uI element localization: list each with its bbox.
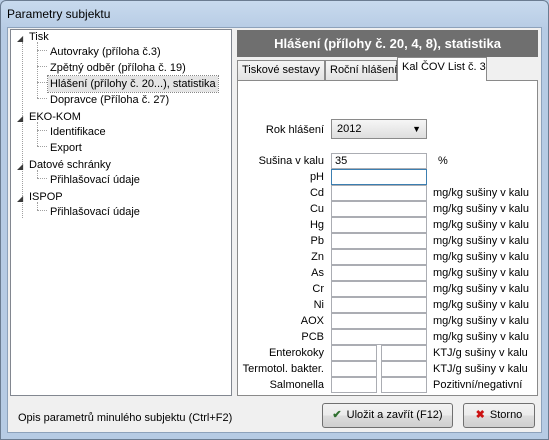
cancel-button[interactable]: ✖ Storno — [463, 403, 535, 428]
pcb-label: PCB — [301, 331, 324, 343]
tree-connector — [37, 66, 47, 67]
tree-connector — [22, 42, 23, 218]
cu-label: Cu — [309, 203, 324, 215]
pcb-unit: mg/kg sušiny v kalu — [433, 331, 529, 343]
salmonella-unit: Pozitivní/negativní — [433, 379, 523, 391]
salmonella-input-1[interactable] — [331, 377, 377, 393]
tree-node-eko-kom[interactable]: EKO-KOM — [29, 109, 81, 125]
zn-input[interactable] — [331, 249, 427, 265]
pb-input[interactable] — [331, 233, 427, 249]
cd-label: Cd — [309, 187, 324, 199]
save-and-close-button[interactable]: ✔ Uložit a zavřít (F12) — [322, 403, 453, 428]
tree-node-autovraky[interactable]: Autovraky (příloha č.3) — [50, 44, 161, 60]
close-icon: ✖ — [475, 409, 485, 421]
ph-label: pH — [309, 171, 324, 183]
termotol-label: Termotol. bakter. — [242, 363, 324, 375]
tree-node-hlaseni[interactable]: Hlášení (přílohy č. 20...), statistika — [47, 75, 219, 93]
settings-tree[interactable]: ◢ Tisk Autovraky (příloha č.3) Zpětný od… — [10, 29, 232, 396]
rok-hlaseni-select[interactable]: 2012 ▼ — [331, 119, 427, 139]
section-header: Hlášení (přílohy č. 20, 4, 8), statistik… — [237, 30, 538, 57]
ni-unit: mg/kg sušiny v kalu — [433, 299, 529, 311]
tree-node-identifikace[interactable]: Identifikace — [50, 124, 106, 140]
susina-label: Sušina v kalu — [258, 155, 324, 167]
cr-label: Cr — [312, 283, 324, 295]
collapse-icon[interactable]: ◢ — [17, 194, 26, 203]
cd-unit: mg/kg sušiny v kalu — [433, 187, 529, 199]
pcb-input[interactable] — [331, 329, 427, 345]
enterokoky-input-1[interactable] — [331, 345, 377, 361]
cu-input[interactable] — [331, 201, 427, 217]
cd-input[interactable] — [331, 185, 427, 201]
aox-label: AOX — [300, 315, 324, 327]
collapse-icon[interactable]: ◢ — [17, 34, 26, 43]
salmonella-input-2[interactable] — [381, 377, 427, 393]
tree-connector — [37, 146, 47, 147]
window-title: Parametry subjektu — [7, 7, 111, 21]
tree-node-export[interactable]: Export — [50, 140, 82, 156]
tree-node-zpetny-odber[interactable]: Zpětný odběr (příloha č. 19) — [50, 60, 186, 76]
tab-page-kal-cov: Rok hlášení 2012 ▼ Sušina v kalu 35 % pH… — [237, 80, 538, 396]
tab-tiskove-sestavy[interactable]: Tiskové sestavy — [237, 60, 325, 80]
rok-hlaseni-value: 2012 — [337, 123, 362, 135]
tree-node-tisk[interactable]: Tisk — [29, 29, 49, 45]
cr-unit: mg/kg sušiny v kalu — [433, 283, 529, 295]
check-icon: ✔ — [332, 409, 342, 421]
termotol-unit: KTJ/g sušiny v kalu — [433, 363, 528, 375]
tree-connector — [37, 122, 38, 146]
salmonella-label: Salmonella — [269, 379, 324, 391]
termotol-input-2[interactable] — [381, 361, 427, 377]
save-and-close-label: Uložit a zavřít (F12) — [346, 409, 443, 421]
aox-unit: mg/kg sušiny v kalu — [433, 315, 529, 327]
hg-label: Hg — [309, 219, 324, 231]
zn-unit: mg/kg sušiny v kalu — [433, 251, 529, 263]
copy-previous-hint[interactable]: Opis parametrů minulého subjektu (Ctrl+F… — [18, 412, 232, 424]
tree-node-datove-schranky[interactable]: Datové schránky — [29, 157, 111, 173]
cancel-label: Storno — [489, 409, 523, 421]
as-label: As — [311, 267, 324, 279]
ph-input[interactable] — [331, 169, 427, 185]
tab-rocni-hlaseni[interactable]: Roční hlášení — [325, 60, 397, 80]
enterokoky-label: Enterokoky — [268, 347, 324, 359]
tree-node-prihlasovaci-udaje-ispop[interactable]: Přihlašovací údaje — [50, 204, 140, 220]
tree-connector — [37, 82, 47, 83]
chevron-down-icon: ▼ — [412, 124, 421, 134]
tree-connector — [37, 130, 47, 131]
as-unit: mg/kg sušiny v kalu — [433, 267, 529, 279]
pb-label: Pb — [310, 235, 324, 247]
hg-input[interactable] — [331, 217, 427, 233]
zn-label: Zn — [311, 251, 324, 263]
tree-connector — [37, 178, 47, 179]
tree-connector — [37, 210, 47, 211]
susina-input[interactable]: 35 — [331, 153, 427, 169]
dialog-client: ◢ Tisk Autovraky (příloha č.3) Zpětný od… — [7, 27, 542, 433]
tree-connector — [37, 98, 47, 99]
susina-unit: % — [438, 155, 448, 167]
termotol-input-1[interactable] — [331, 361, 377, 377]
collapse-icon[interactable]: ◢ — [17, 114, 26, 123]
tree-node-prihlasovaci-udaje[interactable]: Přihlašovací údaje — [50, 172, 140, 188]
tab-kal-cov-list[interactable]: Kal ČOV List č. 3 — [397, 57, 487, 81]
tree-node-dopravce[interactable]: Dopravce (Příloha č. 27) — [50, 92, 169, 108]
enterokoky-unit: KTJ/g sušiny v kalu — [433, 347, 528, 359]
aox-input[interactable] — [331, 313, 427, 329]
tree-connector — [37, 50, 47, 51]
enterokoky-input-2[interactable] — [381, 345, 427, 361]
rok-hlaseni-label: Rok hlášení — [265, 124, 324, 136]
ni-input[interactable] — [331, 297, 427, 313]
cu-unit: mg/kg sušiny v kalu — [433, 203, 529, 215]
hg-unit: mg/kg sušiny v kalu — [433, 219, 529, 231]
tree-node-ispop[interactable]: ISPOP — [29, 189, 63, 205]
as-input[interactable] — [331, 265, 427, 281]
pb-unit: mg/kg sušiny v kalu — [433, 235, 529, 247]
ni-label: Ni — [313, 299, 324, 311]
dialog-window: Parametry subjektu ◢ Tisk Autovraky (pří… — [0, 0, 549, 440]
cr-input[interactable] — [331, 281, 427, 297]
collapse-icon[interactable]: ◢ — [17, 162, 26, 171]
